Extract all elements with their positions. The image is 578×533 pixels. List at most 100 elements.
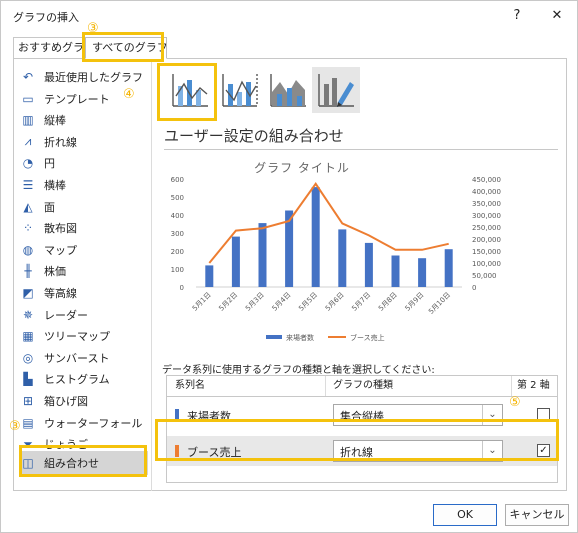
tab-recommended[interactable]: おすすめグラフ (13, 37, 85, 59)
series-prompt: データ系列に使用するグラフの種類と軸を選択してください: (162, 365, 435, 376)
chart-line-series (208, 182, 449, 264)
sidebar-item[interactable]: ▤ ウォーターフォール (20, 413, 148, 433)
chart-bar (205, 265, 214, 287)
undo-icon: ↶ (22, 70, 34, 84)
y2-tick-label: 350,000 (472, 200, 501, 208)
sidebar-item-label: ウォーターフォール (44, 416, 143, 430)
sidebar-item-label: マップ (44, 243, 77, 257)
combo-area-column-option[interactable] (264, 67, 312, 113)
sidebar-item[interactable]: ↶ 最近使用したグラフ (20, 67, 148, 87)
chart-bar (444, 249, 453, 287)
help-button[interactable]: ? (507, 6, 527, 26)
callout-combo-number: ③ (9, 419, 21, 434)
series-row[interactable]: 来場者数 集合縦棒 ⌄ (167, 400, 557, 430)
sidebar-item-label: 株価 (44, 265, 66, 279)
secondary-axis-checkbox[interactable]: ✓ (537, 444, 550, 457)
chart-type-select[interactable]: 集合縦棒 ⌄ (333, 404, 503, 426)
chart-type-header: グラフの種類 (333, 380, 393, 391)
chart-bar (258, 223, 267, 287)
sidebar-item[interactable]: ◍ マップ (20, 240, 148, 260)
sidebar-item[interactable]: ◭ 面 (20, 197, 148, 217)
chart-type-value: 集合縦棒 (340, 410, 384, 423)
x-tick-label: 5月3日 (244, 291, 266, 313)
x-tick-label: 5月6日 (324, 291, 346, 313)
bar-chart-icon: ☰ (22, 178, 34, 192)
subtitle-divider (164, 149, 558, 150)
sidebar-item[interactable]: ▥ 縦棒 (20, 110, 148, 130)
y-tick-label: 400 (171, 212, 184, 220)
box-whisker-icon: ⊞ (22, 394, 34, 408)
y-tick-label: 200 (171, 248, 184, 256)
sidebar-item[interactable]: ✵ レーダー (20, 305, 148, 325)
y-tick-label: 0 (180, 284, 184, 292)
sidebar-item[interactable]: ◩ 等高線 (20, 283, 148, 303)
sidebar-item-label: 箱ひげ図 (44, 395, 88, 408)
column-chart-icon: ▥ (22, 113, 34, 128)
sidebar-item[interactable]: ▙ ヒストグラム (20, 369, 148, 389)
sidebar-item[interactable]: ☰ 横棒 (20, 175, 148, 195)
series-grid: 系列名 グラフの種類 第 2 軸 来場者数 集合縦棒 ⌄ ブース売上 折れ線 ⌄… (166, 375, 558, 483)
sidebar-item[interactable]: ⊞ 箱ひげ図 (20, 391, 148, 411)
sidebar-item[interactable]: ⁘ 散布図 (20, 218, 148, 238)
sidebar-item[interactable]: ╫ 株価 (20, 261, 148, 281)
callout-axis-number: ⑤ (509, 395, 521, 410)
series-row[interactable]: ブース売上 折れ線 ⌄ ✓ (167, 436, 557, 466)
treemap-icon: ▦ (22, 329, 34, 344)
chart-bar (391, 255, 400, 287)
chart-bar (231, 236, 240, 287)
combo-chart-svg: 0 100 200 300 400 500 600 0 50,000 100,000 150,000… (171, 176, 501, 342)
sidebar-item-label: 円 (44, 157, 55, 171)
map-chart-icon: ◍ (22, 242, 34, 257)
header-divider (167, 396, 557, 397)
combo-column-line-secondary-option[interactable] (216, 67, 264, 113)
y2-tick-label: 300,000 (472, 212, 501, 220)
chart-preview: グラフ タイトル 0 100 200 300 400 500 600 0 50,000 100,0… (162, 155, 562, 355)
header-separator (325, 376, 326, 396)
y2-tick-label: 400,000 (472, 188, 501, 196)
surface-chart-icon: ◩ (22, 286, 34, 300)
combo-clustered-column-line-option[interactable] (166, 67, 214, 113)
sidebar-item[interactable]: ◫ 組み合わせ (20, 451, 148, 475)
folder-icon: ▭ (22, 91, 34, 106)
chart-bar (338, 229, 347, 287)
y2-tick-label: 50,000 (472, 272, 497, 280)
x-tick-label: 5月4日 (271, 291, 293, 313)
funnel-icon: ⏷ (23, 436, 33, 451)
tab-all-charts[interactable]: すべてのグラフ (85, 37, 167, 59)
area-chart-icon: ◭ (23, 199, 33, 214)
y2-tick-label: 450,000 (472, 176, 501, 184)
series-name: ブース売上 (187, 446, 242, 459)
radar-chart-icon: ✵ (22, 307, 34, 322)
chart-bar (311, 187, 320, 287)
sidebar-item-label: 組み合わせ (44, 457, 99, 470)
sidebar-item-label: 等高線 (44, 287, 77, 300)
cancel-button[interactable]: キャンセル (505, 504, 569, 526)
histogram-icon: ▙ (23, 372, 33, 387)
close-button[interactable]: ✕ (547, 6, 567, 26)
chevron-down-icon[interactable]: ⌄ (482, 405, 502, 425)
sidebar-item[interactable]: ◔ 円 (20, 153, 148, 173)
sidebar-item-label: レーダー (44, 308, 88, 322)
combo-chart-icon: ◫ (22, 456, 34, 470)
sidebar-item-label: テンプレート (44, 92, 110, 106)
chart-type-value: 折れ線 (340, 446, 373, 459)
header-separator (511, 376, 512, 396)
sunburst-icon: ◎ (22, 350, 34, 365)
secondary-axis-checkbox[interactable] (537, 408, 550, 421)
sidebar-item-label: じょうご (44, 438, 88, 452)
chart-type-select[interactable]: 折れ線 ⌄ (333, 440, 503, 462)
legend-label: ブース売上 (350, 333, 385, 342)
sidebar-item-label: ヒストグラム (44, 373, 110, 387)
custom-combo-option[interactable] (312, 67, 360, 113)
sidebar-item-label: 横棒 (44, 179, 66, 192)
sidebar-item-label: サンバースト (44, 351, 110, 365)
y2-tick-label: 250,000 (472, 224, 501, 232)
chevron-down-icon[interactable]: ⌄ (482, 441, 502, 461)
sidebar-item[interactable]: ⩘ 折れ線 (20, 132, 148, 152)
combo-subtitle: ユーザー設定の組み合わせ (164, 127, 344, 145)
sidebar-item[interactable]: ▦ ツリーマップ (20, 326, 148, 346)
sidebar-item[interactable]: ◎ サンバースト (20, 348, 148, 368)
sidebar-item-label: 散布図 (44, 222, 77, 236)
ok-button[interactable]: OK (433, 504, 497, 526)
waterfall-icon: ▤ (22, 415, 34, 430)
